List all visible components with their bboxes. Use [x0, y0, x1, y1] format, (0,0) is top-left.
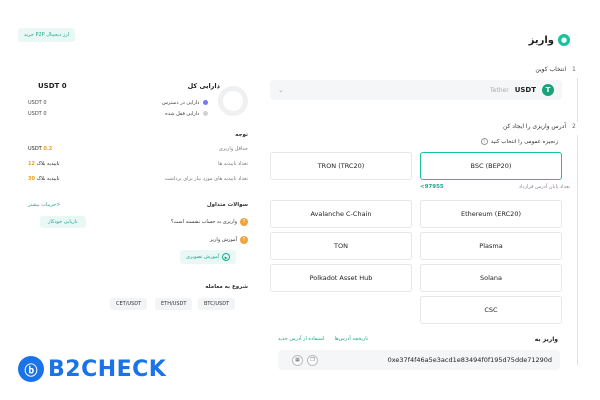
deposit-address[interactable]: 0xe37f4f46a5e3acd1e83494f0f195d75dde7129…: [388, 356, 552, 364]
network-option-solana[interactable]: Solana: [420, 264, 562, 292]
coin-symbol: USDT: [514, 86, 536, 94]
deposit-to-label: واریز به: [534, 336, 558, 343]
b2check-logo-icon: ⓑ: [18, 356, 44, 382]
page-header: ● واریز: [529, 34, 570, 46]
step-2-number: 2: [572, 123, 576, 130]
pair-cet-usdt[interactable]: CET/USDT: [110, 298, 148, 310]
tether-icon: T: [542, 84, 554, 96]
address-actions: ▦ ❐: [292, 354, 318, 366]
faq-question-1-text: واریزی به حساب نشسته است؟: [170, 219, 237, 225]
b2check-logo-text: B2CHECK: [48, 356, 167, 382]
contract-suffix: <97955: [420, 184, 444, 190]
step-1-number: 1: [572, 66, 576, 73]
coin-select[interactable]: ⌄ Tether USDT T: [270, 80, 562, 100]
pair-btc-usdt[interactable]: BTC/USDT: [198, 298, 236, 310]
chevron-down-icon: ⌄: [278, 86, 284, 94]
question-icon: ?: [240, 236, 248, 244]
faq-question-2-text: آموزش واریز: [209, 237, 237, 243]
video-tutorial-label: آموزش تصویری: [186, 254, 220, 260]
step-2-label: آدرس واریزی را ایجاد کن: [502, 123, 566, 130]
min-deposit-label-text: حداقل واریزی: [218, 146, 248, 152]
notes-title: توجه: [235, 132, 248, 138]
question-icon: ?: [240, 218, 248, 226]
frozen-label: دارایی قفل شده: [138, 111, 208, 117]
min-deposit-unit: USDT: [28, 146, 42, 152]
withdraw-confirmations-label: تعداد تاییدیه های مورد نیاز برای برداشت: [165, 176, 248, 182]
frozen-legend-dot: [203, 111, 208, 116]
deposit-page: ● واریز خرید P2P ارز دیجیتال 1 انتخاب کو…: [10, 10, 590, 394]
pair-eth-usdt[interactable]: ETH/USDT: [155, 298, 193, 310]
step-connector: [577, 135, 578, 365]
coin-name: Tether: [490, 86, 509, 94]
frozen-label-text: دارایی قفل شده: [165, 111, 200, 117]
withdraw-confirmations-unit: تاییدیه بلاک: [36, 176, 60, 182]
network-option-tron[interactable]: TRON (TRC20): [270, 152, 412, 180]
b2check-watermark: ⓑ B2CHECK: [18, 356, 166, 382]
withdraw-confirmations-number: 30: [28, 176, 35, 182]
asset-donut-chart: [218, 86, 248, 116]
faq-title: سوالات متداول: [206, 202, 248, 208]
confirmations-number: 12: [28, 161, 35, 167]
network-label-text: زنجیره عمومی را انتخاب کنید: [490, 138, 558, 145]
deposit-address-box: ▦ ❐ 0xe37f4f46a5e3acd1e83494f0f195d75dde…: [278, 350, 560, 370]
help-icon[interactable]: ?: [480, 138, 488, 145]
p2p-buy-button[interactable]: خرید P2P ارز دیجیتال: [18, 28, 76, 42]
confirmations-label-text: تعداد تاییدیه ها: [218, 161, 248, 167]
contract-hint: <97955 تعداد پایان آدرس قرارداد: [420, 184, 570, 190]
min-deposit-number: 0.2: [43, 146, 53, 152]
page-title: واریز: [528, 34, 554, 46]
contract-hint-text: تعداد پایان آدرس قرارداد: [518, 184, 570, 190]
play-icon: ▶: [222, 253, 231, 261]
network-option-avalanche[interactable]: Avalanche C-Chain: [270, 200, 412, 228]
deposit-icon: ●: [558, 34, 570, 46]
network-label: زنجیره عمومی را انتخاب کنید ?: [480, 138, 558, 145]
network-option-bsc[interactable]: BSC (BEP20): [420, 152, 562, 180]
withdraw-confirmations-value: تاییدیه بلاک 30: [28, 176, 60, 182]
more-details-link[interactable]: جزییات بیشتر>: [28, 202, 60, 208]
video-tutorial-button[interactable]: ▶ آموزش تصویری: [180, 250, 237, 264]
network-option-polkadot[interactable]: Polkadot Asset Hub: [270, 264, 412, 292]
step-connector: [577, 78, 578, 122]
confirmations-unit: تاییدیه بلاک: [36, 161, 60, 167]
new-address-link[interactable]: استفاده از آدرس جدید: [278, 336, 324, 342]
address-links: تاریخچه آدرس‌ها استفاده از آدرس جدید: [278, 336, 368, 342]
address-history-link[interactable]: تاریخچه آدرس‌ها: [334, 336, 368, 342]
network-option-ton[interactable]: TON: [270, 232, 412, 260]
total-assets-value: USDT 0: [38, 82, 67, 90]
min-deposit-value: USDT 0.2: [28, 146, 52, 152]
available-label: دارایی در دسترس: [138, 100, 208, 106]
total-assets-title: دارایی کل: [187, 82, 220, 90]
confirmations-value: تاییدیه بلاک 12: [28, 161, 60, 167]
available-legend-dot: [203, 100, 208, 105]
copy-icon[interactable]: ❐: [307, 354, 318, 366]
min-deposit-label: حداقل واریزی: [219, 146, 248, 152]
withdraw-confirmations-label-text: تعداد تاییدیه های مورد نیاز برای برداشت: [164, 176, 248, 182]
network-option-erc20[interactable]: Ethereum (ERC20): [420, 200, 562, 228]
available-value: USDT 0: [28, 100, 47, 106]
faq-question-1[interactable]: ? واریزی به حساب نشسته است؟: [171, 218, 248, 226]
qr-code-icon[interactable]: ▦: [292, 354, 303, 366]
available-label-text: دارایی در دسترس: [161, 100, 200, 106]
trade-title: شروع به معامله: [205, 284, 248, 290]
network-option-csc[interactable]: CSC: [420, 296, 562, 324]
auto-recovery-button[interactable]: بازیابی خودکار: [40, 216, 86, 228]
confirmations-label: تعداد تاییدیه ها: [218, 161, 248, 167]
frozen-value: USDT 0: [28, 111, 47, 117]
network-option-plasma[interactable]: Plasma: [420, 232, 562, 260]
step-1-label: انتخاب کوین: [535, 66, 566, 73]
faq-question-2[interactable]: ? آموزش واریز: [210, 236, 248, 244]
